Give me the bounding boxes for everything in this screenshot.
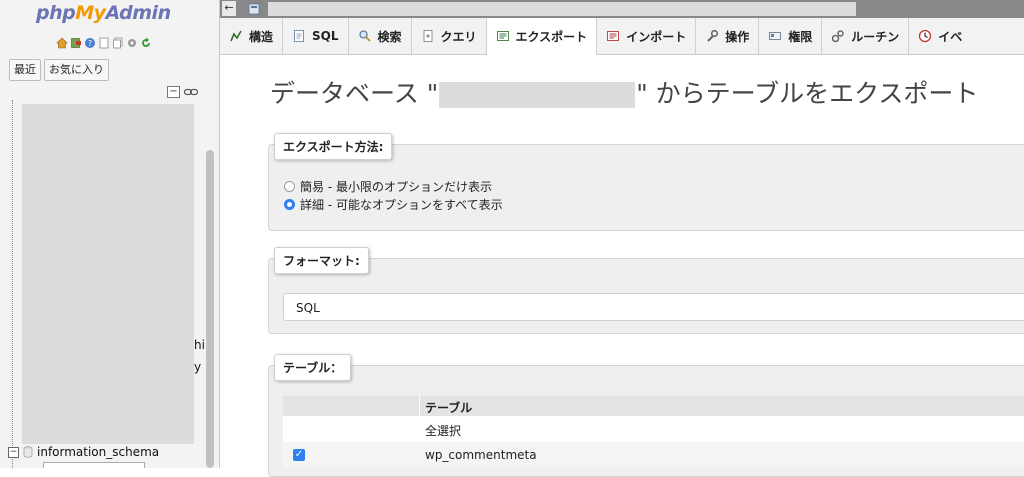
- import-icon: [606, 29, 620, 43]
- breadcrumb-redacted[interactable]: [268, 2, 856, 16]
- main-tabs: 構造 SQL 検索 クエリ エクスポート インポート 操作 権限 ルーチン イベ: [220, 18, 1024, 55]
- server-icon[interactable]: [248, 3, 260, 15]
- tab-structure[interactable]: 構造: [220, 18, 284, 54]
- docs-icon[interactable]: [98, 37, 110, 49]
- select-all-row: 全選択: [283, 416, 1024, 442]
- tab-events[interactable]: イベ: [909, 18, 971, 54]
- structure-icon: [229, 29, 243, 43]
- phpmyadmin-logo[interactable]: phpMyAdmin: [36, 2, 171, 24]
- tables-legend: テーブル：: [274, 354, 352, 381]
- tab-routines[interactable]: ルーチン: [822, 18, 910, 54]
- export-method-legend: エクスポート方法:: [274, 133, 393, 160]
- gear-icon[interactable]: [126, 37, 138, 49]
- navigation-panel: phpMyAdmin ? 最近 お気に入り − hi y − informati…: [0, 0, 220, 468]
- tree-item-label: information_schema: [37, 445, 160, 459]
- tab-query[interactable]: クエリ: [412, 18, 487, 54]
- format-select[interactable]: SQL: [283, 293, 1024, 321]
- database-icon: [23, 446, 33, 458]
- export-method-custom-option[interactable]: 詳細 - 可能なオプションをすべて表示: [284, 196, 503, 213]
- nav-scrollbar-thumb[interactable]: [206, 150, 214, 468]
- format-legend: フォーマット:: [274, 247, 369, 274]
- tab-privileges[interactable]: 権限: [759, 18, 823, 54]
- reload-icon[interactable]: [140, 37, 152, 49]
- export-icon: [496, 29, 510, 43]
- nav-tab-recent[interactable]: 最近: [9, 59, 41, 81]
- help-icon[interactable]: ?: [84, 37, 96, 49]
- table-row: ✓ wp_commentmeta: [283, 442, 1024, 468]
- tables-fieldset: テーブル： テーブル 全選択 ✓ wp_commentmeta: [268, 354, 1024, 477]
- nav-tabs: 最近 お気に入り: [9, 59, 109, 81]
- database-name-redacted: [439, 82, 636, 108]
- tab-import[interactable]: インポート: [597, 18, 697, 54]
- radio-custom[interactable]: [284, 199, 295, 210]
- breadcrumb-bar: ←: [220, 0, 1024, 18]
- query-icon: [421, 29, 435, 43]
- table-name: wp_commentmeta: [425, 448, 537, 462]
- tree-item-fragment: y: [194, 360, 202, 374]
- svg-text:?: ?: [88, 39, 92, 48]
- tree-filter-input[interactable]: [43, 462, 145, 468]
- nav-icon-bar: ?: [56, 37, 152, 49]
- back-arrow-button[interactable]: ←: [222, 1, 236, 16]
- format-fieldset: フォーマット: SQL: [268, 247, 1024, 334]
- copy-icon[interactable]: [112, 37, 124, 49]
- routines-icon: [831, 29, 845, 43]
- sql-icon: [292, 29, 306, 43]
- column-divider: [419, 396, 420, 416]
- home-icon[interactable]: [56, 37, 68, 49]
- tab-sql[interactable]: SQL: [283, 18, 349, 54]
- table-column-header[interactable]: テーブル: [425, 399, 472, 416]
- tables-header-row: テーブル: [283, 396, 1024, 416]
- database-tree-redacted: [22, 104, 194, 444]
- link-with-main-icon[interactable]: [183, 86, 199, 96]
- tab-export[interactable]: エクスポート: [486, 18, 598, 55]
- logout-icon[interactable]: [70, 37, 82, 49]
- tree-item-information-schema[interactable]: − information_schema: [8, 445, 159, 459]
- privileges-icon: [768, 29, 782, 43]
- tab-search[interactable]: 検索: [349, 18, 412, 54]
- wrench-icon: [705, 29, 719, 43]
- search-icon: [358, 29, 372, 43]
- collapse-node-icon[interactable]: −: [8, 446, 19, 458]
- nav-tab-favorites[interactable]: お気に入り: [44, 59, 109, 81]
- events-icon: [918, 29, 932, 43]
- table-select-checkbox[interactable]: ✓: [293, 449, 305, 461]
- radio-quick[interactable]: [284, 181, 295, 192]
- collapse-all-button[interactable]: −: [167, 86, 180, 98]
- page-title: データベース " " からテーブルをエクスポート: [270, 79, 979, 108]
- tree-connector: [12, 100, 14, 468]
- export-method-quick-option[interactable]: 簡易 - 最小限のオプションだけ表示: [284, 178, 492, 195]
- tab-operations[interactable]: 操作: [696, 18, 760, 54]
- select-all-link[interactable]: 全選択: [425, 422, 461, 439]
- export-method-fieldset: エクスポート方法: 簡易 - 最小限のオプションだけ表示 詳細 - 可能なオプシ…: [268, 133, 1024, 231]
